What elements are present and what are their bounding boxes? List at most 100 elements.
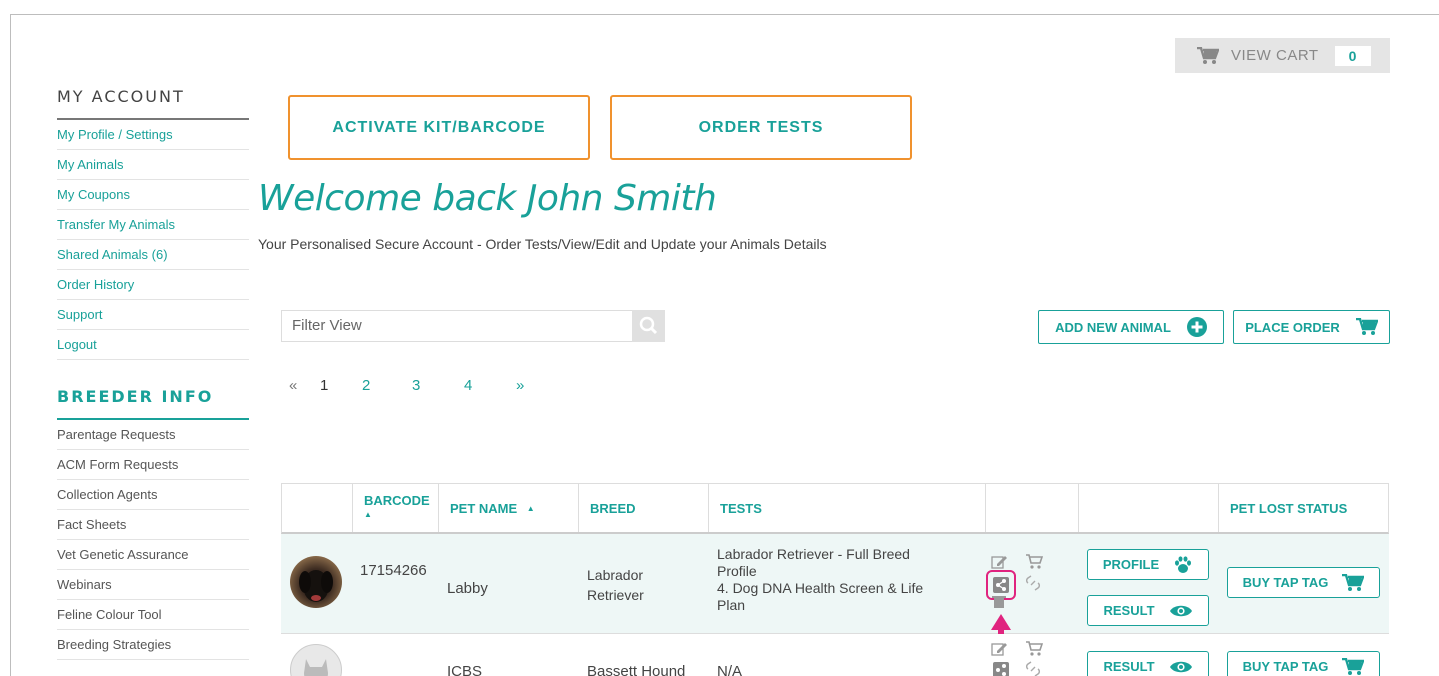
sidebar-item-collection-agents[interactable]: Collection Agents <box>57 480 249 510</box>
header-tools <box>986 484 1079 532</box>
table-row: 17154266 Labby Labrador Retriever Labrad… <box>281 534 1389 674</box>
breed-value: Labrador Retriever <box>587 565 644 605</box>
filter-input[interactable]: Filter View <box>281 310 633 342</box>
eye-icon <box>1169 661 1192 672</box>
buy-tap-tag-label: BUY TAP TAG <box>1242 575 1329 590</box>
sidebar-item-support[interactable]: Support <box>57 300 249 330</box>
pagination-next[interactable]: » <box>516 377 524 394</box>
result-button[interactable]: RESULT <box>1087 651 1209 676</box>
unlink-icon[interactable] <box>1025 660 1041 676</box>
search-icon <box>639 316 658 335</box>
cart-icon <box>1197 46 1219 64</box>
cart-icon <box>1342 573 1365 591</box>
test-line: 4. Dog DNA Health Screen & Life <box>717 580 924 596</box>
sidebar-item-order-history[interactable]: Order History <box>57 270 249 300</box>
header-barcode-label: BARCODE <box>364 493 430 508</box>
welcome-heading: Welcome back John Smith <box>258 178 717 219</box>
pagination-prev[interactable]: « <box>289 377 297 394</box>
breeder-menu: Parentage Requests ACM Form Requests Col… <box>57 420 249 660</box>
result-button[interactable]: RESULT <box>1087 595 1209 626</box>
sidebar-item-parentage-requests[interactable]: Parentage Requests <box>57 420 249 450</box>
header-pet-lost: PET LOST STATUS <box>1230 501 1348 516</box>
place-order-label: PLACE ORDER <box>1245 319 1340 335</box>
sidebar-item-fact-sheets[interactable]: Fact Sheets <box>57 510 249 540</box>
breed-line: Retriever <box>587 587 644 603</box>
header-actions <box>1079 484 1219 532</box>
sidebar-item-my-animals[interactable]: My Animals <box>57 150 249 180</box>
place-order-button[interactable]: PLACE ORDER <box>1233 310 1390 344</box>
buy-tap-tag-button[interactable]: BUY TAP TAG <box>1227 567 1380 598</box>
add-new-animal-label: ADD NEW ANIMAL <box>1055 319 1171 335</box>
buy-tap-tag-label: BUY TAP TAG <box>1242 659 1329 674</box>
sidebar-item-logout[interactable]: Logout <box>57 330 249 360</box>
dog-placeholder-icon <box>304 659 328 676</box>
header-breed[interactable]: BREED <box>579 484 709 532</box>
header-pet-name[interactable]: PET NAME ▲ <box>439 484 579 532</box>
dog-photo-icon <box>299 570 333 602</box>
sidebar-item-acm-form-requests[interactable]: ACM Form Requests <box>57 450 249 480</box>
search-button[interactable] <box>632 310 665 342</box>
cart-icon <box>1355 318 1378 335</box>
result-label: RESULT <box>1103 603 1155 618</box>
sidebar-item-webinars[interactable]: Webinars <box>57 570 249 600</box>
my-account-heading: MY ACCOUNT <box>57 86 249 120</box>
edit-icon[interactable] <box>991 554 1009 570</box>
breeder-info-heading: BREEDER INFO <box>57 386 249 420</box>
welcome-subtitle: Your Personalised Secure Account - Order… <box>258 236 827 252</box>
pet-avatar-placeholder[interactable] <box>290 644 342 676</box>
sort-asc-icon: ▲ <box>364 510 372 519</box>
barcode-value: 17154266 <box>360 562 427 579</box>
cart-count-badge: 0 <box>1334 45 1371 66</box>
header-tests[interactable]: TESTS <box>709 484 986 532</box>
test-line: Plan <box>717 597 746 613</box>
eye-icon <box>1169 605 1192 616</box>
cart-icon <box>1342 657 1365 675</box>
table-row: ICBS Bassett Hound N/A RESULT BUY TAP TA… <box>281 634 1389 676</box>
tests-value: Labrador Retriever - Full Breed Profile … <box>717 546 923 614</box>
unlink-icon[interactable] <box>1025 574 1041 592</box>
tests-value: N/A <box>717 663 743 676</box>
header-pet-name-label: PET NAME <box>450 501 518 516</box>
account-menu: My Profile / Settings My Animals My Coup… <box>57 120 249 360</box>
test-line: Labrador Retriever - Full Breed <box>717 546 910 562</box>
sidebar-item-transfer-animals[interactable]: Transfer My Animals <box>57 210 249 240</box>
buy-tap-tag-button[interactable]: BUY TAP TAG <box>1227 651 1380 676</box>
share-icon[interactable] <box>993 662 1009 676</box>
sidebar-item-profile-settings[interactable]: My Profile / Settings <box>57 120 249 150</box>
edit-icon[interactable] <box>991 641 1009 657</box>
test-line: Profile <box>717 563 757 579</box>
sidebar-item-feline-colour-tool[interactable]: Feline Colour Tool <box>57 600 249 630</box>
profile-button[interactable]: PROFILE <box>1087 549 1209 580</box>
header-avatar <box>282 484 353 532</box>
result-label: RESULT <box>1103 659 1155 674</box>
activate-kit-button[interactable]: ACTIVATE KIT/BARCODE <box>288 95 590 160</box>
pet-name-value[interactable]: Labby <box>447 581 488 597</box>
table-header: BARCODE ▲ PET NAME ▲ BREED TESTS PET LOS… <box>281 483 1389 534</box>
pagination-page-2[interactable]: 2 <box>362 377 370 394</box>
share-icon[interactable] <box>993 577 1009 593</box>
view-cart-button[interactable]: VIEW CART 0 <box>1175 38 1390 73</box>
pagination-page-1[interactable]: 1 <box>320 377 328 394</box>
profile-label: PROFILE <box>1102 557 1160 572</box>
breed-line: Labrador <box>587 567 644 583</box>
pet-name-value[interactable]: ICBS <box>447 664 482 676</box>
sort-asc-icon: ▲ <box>526 504 535 513</box>
pet-avatar[interactable] <box>290 556 342 608</box>
add-new-animal-button[interactable]: ADD NEW ANIMAL <box>1038 310 1224 344</box>
pagination-page-4[interactable]: 4 <box>464 377 472 394</box>
cart-icon[interactable] <box>1025 554 1043 570</box>
header-barcode[interactable]: BARCODE ▲ <box>353 484 439 532</box>
paw-icon <box>1175 555 1192 573</box>
delete-icon[interactable] <box>992 596 1006 608</box>
sidebar: MY ACCOUNT My Profile / Settings My Anim… <box>57 86 249 660</box>
cart-icon[interactable] <box>1025 641 1043 657</box>
pagination-page-3[interactable]: 3 <box>412 377 420 394</box>
order-tests-button[interactable]: ORDER TESTS <box>610 95 912 160</box>
sidebar-item-vet-genetic-assurance[interactable]: Vet Genetic Assurance <box>57 540 249 570</box>
view-cart-label: VIEW CART <box>1231 47 1319 64</box>
sidebar-item-breeding-strategies[interactable]: Breeding Strategies <box>57 630 249 660</box>
breed-value: Bassett Hound <box>587 663 686 676</box>
sidebar-item-shared-animals[interactable]: Shared Animals (6) <box>57 240 249 270</box>
plus-circle-icon <box>1186 317 1207 337</box>
sidebar-item-my-coupons[interactable]: My Coupons <box>57 180 249 210</box>
